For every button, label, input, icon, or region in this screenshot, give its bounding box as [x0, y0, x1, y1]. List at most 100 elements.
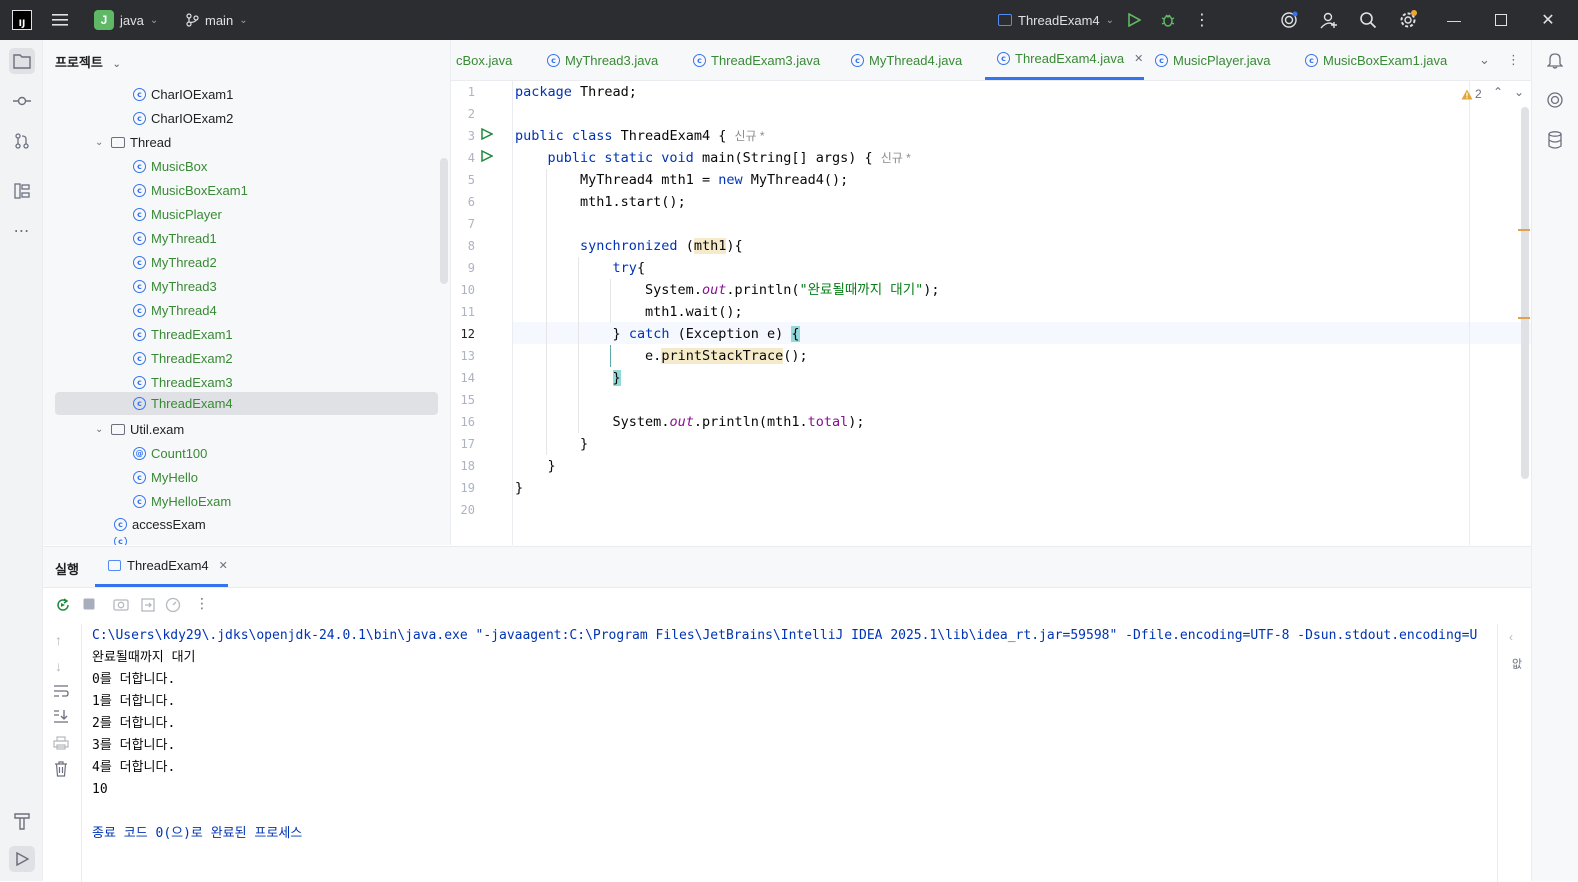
- debug-button[interactable]: [1158, 10, 1178, 30]
- warning-stripe-mark[interactable]: [1518, 229, 1530, 231]
- editor-scrollbar[interactable]: [1521, 107, 1529, 479]
- tree-item-myhello[interactable]: c MyHello: [133, 466, 198, 488]
- more-tools-button[interactable]: ⋯: [9, 218, 35, 244]
- export-button[interactable]: [140, 597, 156, 616]
- folder-icon: [13, 54, 31, 69]
- line-number: 8: [467, 239, 475, 253]
- run-button[interactable]: [1124, 10, 1144, 30]
- tab-threadexam4[interactable]: c ThreadExam4.java ✕: [985, 40, 1144, 80]
- class-main-icon: c: [133, 397, 146, 410]
- soft-wrap-button[interactable]: [53, 684, 69, 701]
- project-scrollbar[interactable]: [440, 158, 448, 284]
- scroll-down-button[interactable]: ↓: [55, 658, 62, 674]
- bug-icon: [1161, 14, 1175, 27]
- scroll-up-button[interactable]: ↑: [55, 632, 62, 648]
- prev-highlight-button[interactable]: ⌃: [1493, 85, 1503, 99]
- line-number: 6: [467, 195, 475, 209]
- run-more-button[interactable]: ⋮: [195, 595, 209, 612]
- add-user-button[interactable]: [1319, 10, 1339, 30]
- tab-mythread4[interactable]: c MyThread4.java: [851, 40, 962, 80]
- tree-item-musicplayer[interactable]: c MusicPlayer: [133, 203, 222, 225]
- minimize-button[interactable]: —: [1444, 10, 1464, 30]
- tree-item-threadexam1[interactable]: c ThreadExam1: [133, 323, 233, 345]
- tree-item-chariexam1[interactable]: c CharIOExam1: [133, 83, 233, 105]
- print-button[interactable]: [53, 736, 69, 753]
- tree-package-util-exam[interactable]: ⌄ Util.exam: [95, 418, 184, 440]
- branch-selector[interactable]: main ⌄: [185, 0, 248, 40]
- tab-musicbox[interactable]: cBox.java: [456, 40, 512, 80]
- console-output[interactable]: C:\Users\kdy29\.jdks\openjdk-24.0.1\bin\…: [92, 625, 1497, 875]
- tree-item-threadexam4-selected[interactable]: c ThreadExam4: [55, 392, 438, 415]
- tab-musicplayer[interactable]: c MusicPlayer.java: [1155, 40, 1271, 80]
- tree-item-count100[interactable]: @ Count100: [133, 442, 207, 464]
- dump-threads-button[interactable]: [113, 597, 129, 614]
- project-selector[interactable]: J java ⌄: [94, 0, 158, 40]
- more-actions-button[interactable]: ⋮: [1192, 10, 1212, 30]
- tree-item-chariexam2[interactable]: c CharIOExam2: [133, 107, 233, 129]
- stop-button[interactable]: [82, 597, 96, 614]
- structure-tool-button[interactable]: [9, 178, 35, 204]
- tree-item-musicbox[interactable]: c MusicBox: [133, 155, 207, 177]
- class-main-icon: c: [114, 517, 127, 531]
- warning-stripe-mark[interactable]: [1518, 317, 1530, 319]
- database-button[interactable]: [1543, 128, 1567, 152]
- project-panel-header[interactable]: 프로젝트 ⌄: [55, 52, 121, 71]
- console-line: 1를 더합니다.: [92, 694, 176, 709]
- main-menu-button[interactable]: [52, 0, 68, 40]
- tree-item-accessexam[interactable]: c accessExam: [114, 513, 206, 535]
- side-label[interactable]: 앖: [1508, 658, 1524, 669]
- commit-tool-button[interactable]: [9, 88, 35, 114]
- tab-threadexam3[interactable]: c ThreadExam3.java: [693, 40, 820, 80]
- build-tool-button[interactable]: [9, 808, 35, 834]
- class-main-icon: c: [114, 537, 127, 545]
- problems-indicator[interactable]: 2: [1461, 87, 1482, 101]
- maximize-button[interactable]: [1491, 10, 1511, 30]
- annotation-icon: @: [133, 446, 146, 460]
- tab-mythread3[interactable]: c MyThread3.java: [547, 40, 658, 80]
- run-tab-threadexam4[interactable]: ThreadExam4 ✕: [95, 547, 228, 587]
- tree-item-label: CharIOExam2: [151, 110, 234, 126]
- run-config-selector[interactable]: ThreadExam4 ⌄: [998, 0, 1114, 40]
- scroll-to-end-button[interactable]: [53, 709, 69, 726]
- tree-item-mythread3[interactable]: c MyThread3: [133, 275, 217, 297]
- settings-button[interactable]: [1398, 10, 1418, 30]
- tabs-dropdown-button[interactable]: ⌄: [1479, 40, 1490, 80]
- tree-package-thread[interactable]: ⌄ Thread: [95, 131, 171, 153]
- run-gutter-icon[interactable]: [481, 127, 494, 143]
- run-tool-window: 실행 ThreadExam4 ✕ ⋮ ↑ ↓ C:\Users\kdy29\.j…: [43, 546, 1531, 882]
- code-line-10: System.out.println("완료될때까지 대기");: [645, 282, 940, 298]
- line-number: 4: [467, 151, 475, 165]
- run-gutter-icon[interactable]: [481, 149, 494, 165]
- ai-chat-button[interactable]: [1543, 88, 1567, 112]
- tabs-more-button[interactable]: ⋮: [1507, 40, 1520, 80]
- tree-item-mythread1[interactable]: c MyThread1: [133, 227, 217, 249]
- next-highlight-button[interactable]: ⌄: [1514, 85, 1524, 99]
- tree-item-mythread2[interactable]: c MyThread2: [133, 251, 217, 273]
- run-tool-button[interactable]: [9, 846, 35, 872]
- close-tab-icon[interactable]: ✕: [219, 559, 228, 572]
- close-tab-icon[interactable]: ✕: [1134, 52, 1143, 65]
- more-vertical-icon: ⋮: [195, 595, 209, 611]
- tree-item-threadexam3[interactable]: c ThreadExam3: [133, 371, 233, 393]
- tab-musicboxexam1[interactable]: c MusicBoxExam1.java: [1305, 40, 1447, 80]
- arrow-up-icon: ↑: [55, 632, 62, 648]
- git-branch-icon: [186, 13, 199, 27]
- tree-item-myhelloexam[interactable]: c MyHelloExam: [133, 490, 231, 512]
- app-logo[interactable]: IJ: [12, 0, 32, 40]
- code-editor[interactable]: 1 2 3 4 5 6 7 8 9 10 11 12 13 14 15 16 1…: [451, 81, 1531, 545]
- close-window-button[interactable]: ✕: [1538, 10, 1558, 30]
- ai-assistant-button[interactable]: [1279, 10, 1299, 30]
- tree-item-mythread4[interactable]: c MyThread4: [133, 299, 217, 321]
- tree-item-musicboxexam1[interactable]: c MusicBoxExam1: [133, 179, 248, 201]
- pull-requests-tool-button[interactable]: [9, 128, 35, 154]
- tree-item-threadexam2[interactable]: c ThreadExam2: [133, 347, 233, 369]
- rerun-button[interactable]: [55, 597, 71, 616]
- project-tool-button[interactable]: [9, 48, 35, 74]
- clear-console-button[interactable]: [54, 761, 68, 780]
- class-main-icon: c: [1305, 53, 1318, 67]
- notifications-button[interactable]: [1543, 48, 1567, 72]
- hamburger-menu-icon: [52, 14, 68, 26]
- collapse-button[interactable]: ‹: [1509, 630, 1513, 644]
- profiler-button[interactable]: [165, 597, 181, 616]
- search-button[interactable]: [1358, 10, 1378, 30]
